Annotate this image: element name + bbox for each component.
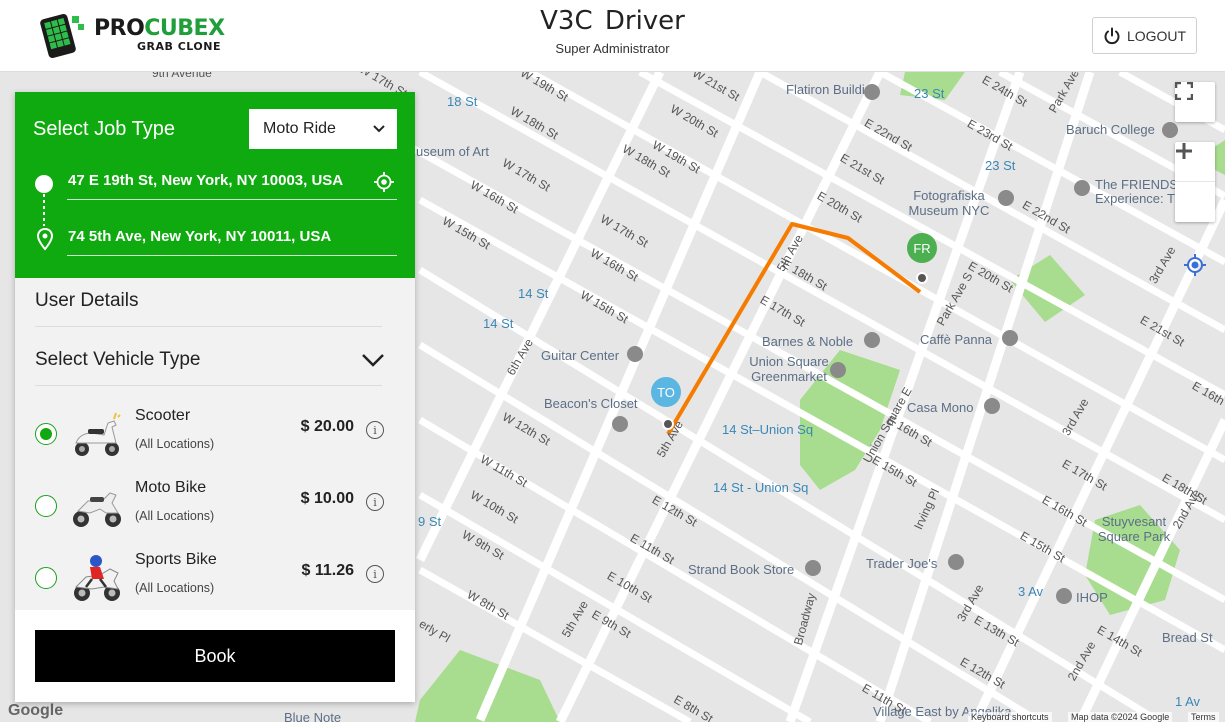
subway-label: 18 St bbox=[447, 94, 478, 109]
google-logo: Google bbox=[8, 702, 64, 719]
place-label: useum of Art bbox=[416, 144, 489, 159]
logout-button[interactable]: LOGOUT bbox=[1092, 17, 1197, 54]
shop-icon bbox=[805, 560, 821, 576]
vehicle-radio[interactable] bbox=[35, 495, 57, 517]
logout-label: LOGOUT bbox=[1126, 27, 1187, 44]
job-type-value: Moto Ride bbox=[263, 120, 336, 137]
booking-panel: Select Job Type Moto Ride 47 E 19th St, … bbox=[15, 92, 415, 702]
page-title: V3C Driver bbox=[540, 6, 685, 36]
vehicle-location: (All Locations) bbox=[135, 437, 215, 451]
place-label: Guitar Center bbox=[541, 348, 620, 363]
museum-icon bbox=[864, 84, 880, 100]
place-label: IHOP bbox=[1076, 590, 1108, 605]
chevron-down-icon bbox=[373, 125, 385, 133]
vehicle-option-sports-bike[interactable]: Sports Bike (All Locations) $ 11.26 i bbox=[15, 545, 415, 617]
vehicle-option-moto-bike[interactable]: Moto Bike (All Locations) $ 10.00 i bbox=[15, 473, 415, 545]
vehicle-location: (All Locations) bbox=[135, 509, 215, 523]
map-data-label: Map data ©2024 Google bbox=[1068, 712, 1173, 722]
info-icon[interactable]: i bbox=[366, 421, 384, 439]
zoom-controls bbox=[1175, 142, 1215, 222]
location-pin-icon bbox=[36, 228, 54, 251]
dropoff-address-text: 74 5th Ave, New York, NY 10011, USA bbox=[68, 228, 332, 245]
fullscreen-icon bbox=[1175, 82, 1193, 100]
vehicle-type-header[interactable]: Select Vehicle Type bbox=[35, 349, 200, 371]
power-icon bbox=[1104, 27, 1120, 44]
pickup-address-input[interactable]: 47 E 19th St, New York, NY 10003, USA bbox=[67, 170, 397, 200]
vehicle-name: Sports Bike bbox=[135, 551, 217, 568]
vehicle-option-scooter[interactable]: Scooter (All Locations) $ 20.00 i bbox=[15, 401, 415, 473]
fullscreen-button[interactable] bbox=[1175, 82, 1215, 122]
place-label: Barnes & Noble bbox=[762, 334, 854, 349]
crosshair-icon bbox=[1184, 254, 1206, 276]
scooter-icon bbox=[75, 412, 121, 456]
shop-icon bbox=[830, 362, 846, 378]
place-label: Blue Note bbox=[284, 710, 342, 722]
school-icon bbox=[1162, 122, 1178, 138]
subway-label: 14 St–Union Sq bbox=[722, 422, 814, 437]
subway-label: 1 Av bbox=[1175, 694, 1201, 709]
my-location-button[interactable] bbox=[1182, 252, 1208, 278]
vehicle-price: $ 11.26 bbox=[301, 562, 355, 579]
subway-label: 14 St - Union Sq bbox=[713, 480, 809, 495]
restaurant-icon bbox=[1056, 588, 1072, 604]
subway-label: 23 St bbox=[914, 86, 945, 101]
place-label: Beacon's Closet bbox=[544, 396, 638, 411]
divider bbox=[35, 385, 382, 386]
shop-icon bbox=[948, 554, 964, 570]
info-icon[interactable]: i bbox=[366, 493, 384, 511]
pickup-marker[interactable]: FR bbox=[907, 233, 937, 263]
dropoff-marker[interactable]: TO bbox=[651, 377, 681, 407]
place-label: Baruch College bbox=[1066, 122, 1155, 137]
shop-icon bbox=[627, 346, 643, 362]
user-details-header[interactable]: User Details bbox=[35, 290, 138, 312]
dropoff-address-input[interactable]: 74 5th Ave, New York, NY 10011, USA bbox=[67, 226, 397, 256]
app-header: PROCUBEX GRAB CLONE V3C Driver Super Adm… bbox=[0, 0, 1225, 72]
vehicle-price: $ 20.00 bbox=[300, 418, 354, 435]
place-label: Fotografiska Museum NYC bbox=[908, 188, 990, 218]
zoom-out-button[interactable] bbox=[1175, 149, 1215, 222]
place-label: Trader Joe's bbox=[866, 556, 938, 571]
place-label: Strand Book Store bbox=[688, 562, 795, 577]
moto-bike-icon bbox=[73, 492, 121, 527]
pickup-address-text: 47 E 19th St, New York, NY 10003, USA bbox=[68, 172, 344, 189]
place-label: Union Square Greenmarket bbox=[749, 354, 829, 384]
shop-icon bbox=[612, 416, 628, 432]
camera-icon bbox=[1074, 180, 1090, 196]
place-label: Casa Mono bbox=[907, 400, 974, 415]
divider bbox=[35, 326, 382, 327]
place-label: Caffè Panna bbox=[920, 332, 993, 347]
vehicle-radio[interactable] bbox=[35, 423, 57, 445]
subway-label: 14 St bbox=[518, 286, 549, 301]
subway-label: 3 Av bbox=[1018, 584, 1044, 599]
restaurant-icon bbox=[984, 398, 1000, 414]
subway-label: 23 St bbox=[985, 158, 1016, 173]
vehicle-location: (All Locations) bbox=[135, 581, 215, 595]
job-header: Select Job Type Moto Ride 47 E 19th St, … bbox=[15, 92, 415, 278]
job-type-label: Select Job Type bbox=[33, 118, 175, 140]
book-footer: Book bbox=[15, 610, 415, 702]
street-label: 9th Avenue bbox=[152, 72, 212, 80]
vehicle-radio[interactable] bbox=[35, 567, 57, 589]
subway-label: 14 St bbox=[483, 316, 514, 331]
chevron-down-icon[interactable] bbox=[361, 352, 385, 368]
subway-label: 9 St bbox=[418, 514, 442, 529]
vehicle-name: Scooter bbox=[135, 407, 191, 424]
place-label: Stuyvesant Square Park bbox=[1097, 514, 1171, 544]
sports-bike-icon bbox=[74, 555, 120, 601]
locate-me-icon[interactable] bbox=[373, 171, 395, 193]
book-button[interactable]: Book bbox=[35, 630, 395, 682]
place-label: Bread St bbox=[1162, 630, 1213, 645]
restaurant-icon bbox=[1002, 330, 1018, 346]
vehicle-price: $ 10.00 bbox=[300, 490, 354, 507]
terms-link[interactable]: Terms bbox=[1188, 712, 1219, 722]
keyboard-shortcuts-link[interactable]: Keyboard shortcuts bbox=[968, 712, 1052, 722]
job-type-select[interactable]: Moto Ride bbox=[249, 109, 397, 149]
vehicle-name: Moto Bike bbox=[135, 479, 207, 496]
museum-icon bbox=[998, 190, 1014, 206]
shop-icon bbox=[864, 332, 880, 348]
minus-icon bbox=[1176, 149, 1192, 153]
info-icon[interactable]: i bbox=[366, 565, 384, 583]
user-role: Super Administrator bbox=[555, 41, 670, 56]
